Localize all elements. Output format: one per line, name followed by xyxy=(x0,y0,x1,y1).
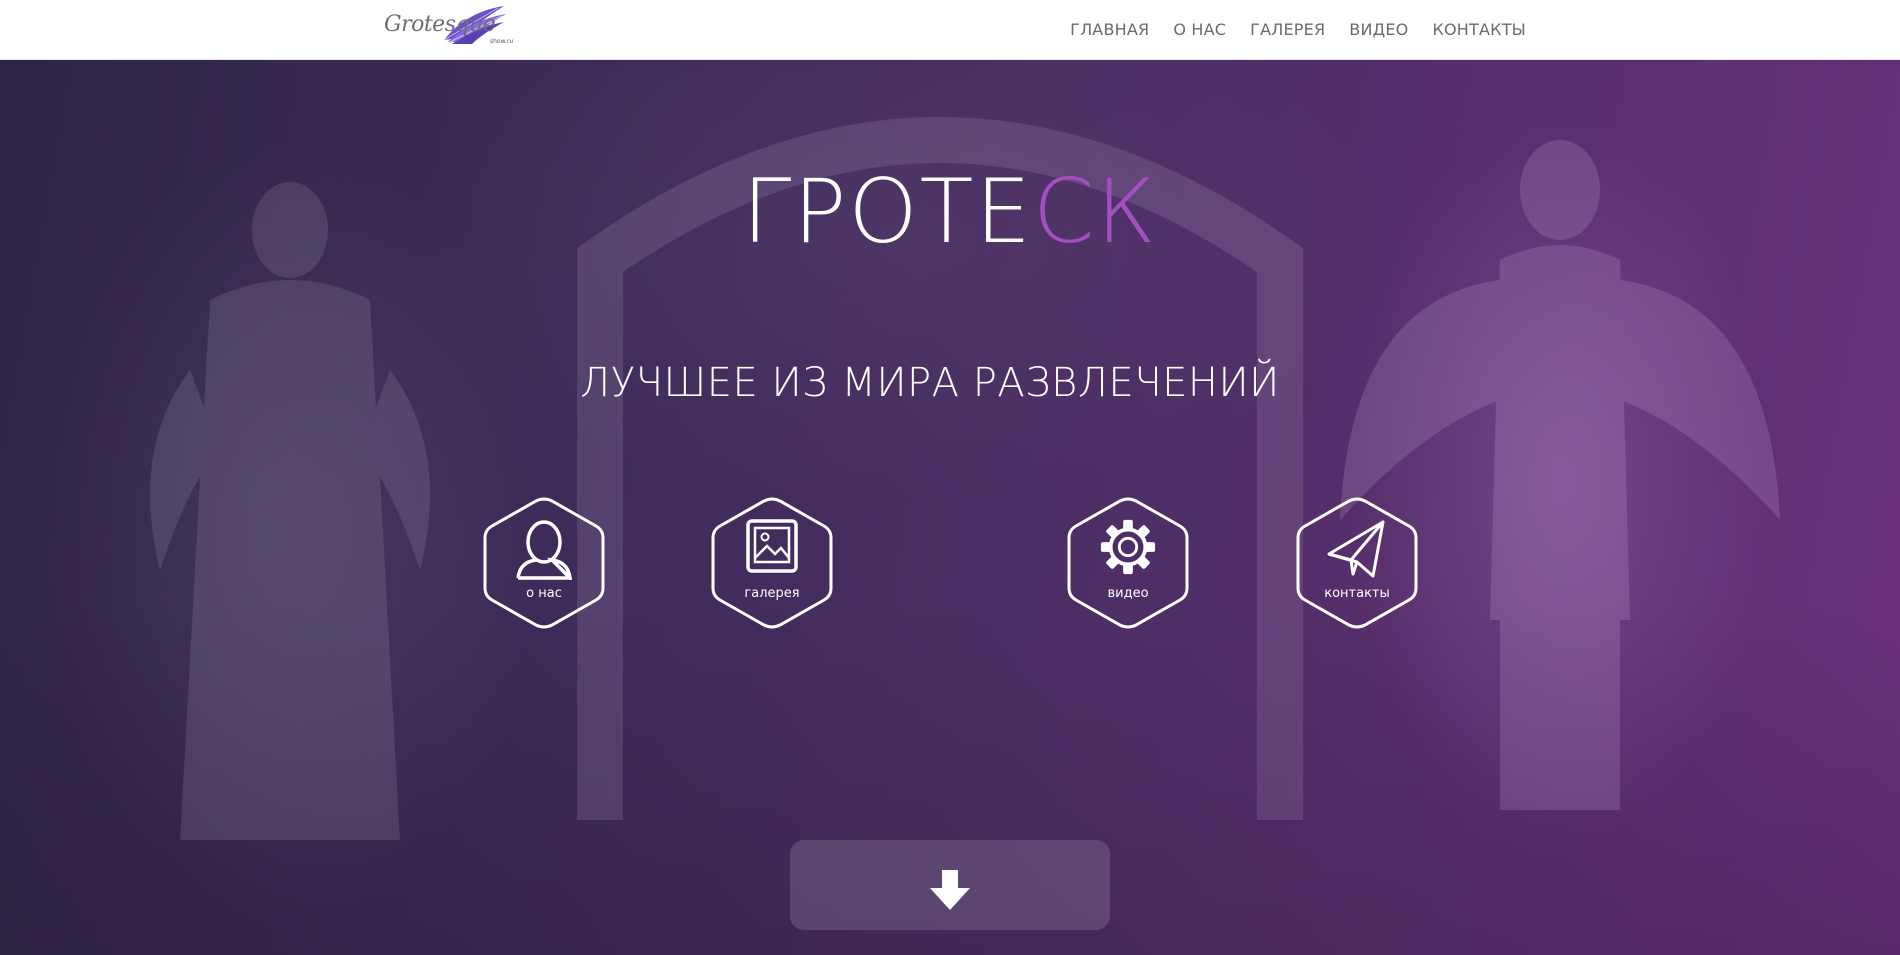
nav-link-about[interactable]: О НАС xyxy=(1173,20,1226,39)
image-icon xyxy=(710,518,834,578)
logo-subtext: show.ru xyxy=(490,38,514,45)
contacts-button[interactable]: контакты xyxy=(1295,496,1419,630)
paper-plane-icon xyxy=(1295,518,1419,578)
site-logo[interactable]: Grotesque show.ru xyxy=(378,2,523,50)
nav-link-gallery[interactable]: ГАЛЕРЕЯ xyxy=(1250,20,1325,39)
scroll-down-arrow-icon[interactable] xyxy=(930,870,970,914)
nav-link-home[interactable]: ГЛАВНАЯ xyxy=(1070,20,1149,39)
gallery-button-label: галерея xyxy=(744,586,800,601)
hero-title-main: ГРОТЕ xyxy=(742,160,1033,263)
hero-title-accent: СК xyxy=(1032,160,1158,263)
logo-text: Grotesque xyxy=(384,12,496,37)
nav-link-video[interactable]: ВИДЕО xyxy=(1349,20,1408,39)
main-menu: ГЛАВНАЯ О НАС ГАЛЕРЕЯ ВИДЕО КОНТАКТЫ xyxy=(1046,0,1526,58)
hero-subtitle: ЛУЧШЕЕ ИЗ МИРА РАЗВЛЕЧЕНИЙ xyxy=(580,360,1280,406)
video-button-label: видео xyxy=(1107,586,1149,601)
about-button-label: о нас xyxy=(526,586,562,601)
top-navigation-bar: Grotesque show.ru ГЛАВНАЯ О НАС ГАЛЕРЕЯ … xyxy=(0,0,1900,60)
gear-icon xyxy=(1066,518,1190,578)
gallery-button[interactable]: галерея xyxy=(710,496,834,630)
user-icon xyxy=(482,518,606,580)
video-button[interactable]: видео xyxy=(1066,496,1190,630)
nav-link-contacts[interactable]: КОНТАКТЫ xyxy=(1432,20,1526,39)
about-button[interactable]: о нас xyxy=(482,496,606,630)
hero-title: ГРОТЕСК xyxy=(0,160,1900,263)
contacts-button-label: контакты xyxy=(1324,586,1390,601)
hero-section: ГРОТЕСК ЛУЧШЕЕ ИЗ МИРА РАЗВЛЕЧЕНИЙ о нас xyxy=(0,60,1900,955)
